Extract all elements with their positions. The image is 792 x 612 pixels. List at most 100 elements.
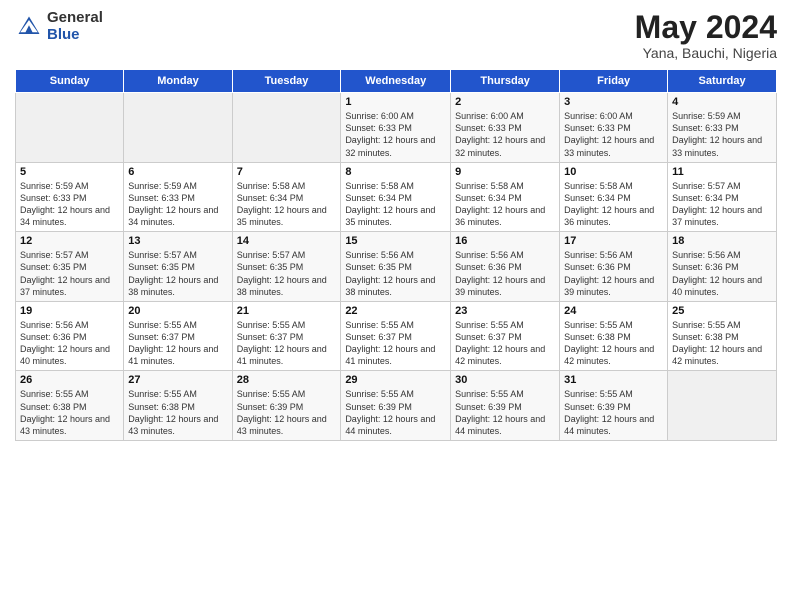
day-info: Sunrise: 5:57 AM Sunset: 6:35 PM Dayligh… <box>20 249 119 298</box>
col-thursday: Thursday <box>451 70 560 93</box>
day-info: Sunrise: 5:56 AM Sunset: 6:36 PM Dayligh… <box>564 249 663 298</box>
day-info: Sunrise: 5:56 AM Sunset: 6:36 PM Dayligh… <box>455 249 555 298</box>
col-monday: Monday <box>124 70 232 93</box>
col-friday: Friday <box>560 70 668 93</box>
calendar-cell: 30Sunrise: 5:55 AM Sunset: 6:39 PM Dayli… <box>451 371 560 441</box>
header: General Blue May 2024 Yana, Bauchi, Nige… <box>15 10 777 61</box>
day-info: Sunrise: 5:55 AM Sunset: 6:39 PM Dayligh… <box>345 388 446 437</box>
day-number: 17 <box>564 235 663 247</box>
calendar-cell <box>16 93 124 163</box>
calendar-week-2: 12 Sunrise: 5:57 AM Sunset: 6:35 PM Dayli… <box>16 232 777 302</box>
day-info: Sunrise: 5:58 AM Sunset: 6:34 PM Dayligh… <box>455 180 555 229</box>
day-info: Sunrise: 5:56 AM Sunset: 6:36 PM Dayligh… <box>672 249 772 298</box>
calendar-cell: 15 Sunrise: 5:56 AM Sunset: 6:35 PM Dayli… <box>341 232 451 302</box>
calendar-cell: 21Sunrise: 5:55 AM Sunset: 6:37 PM Dayli… <box>232 301 341 371</box>
day-number: 29 <box>345 374 446 386</box>
calendar-cell: 20Sunrise: 5:55 AM Sunset: 6:37 PM Dayli… <box>124 301 232 371</box>
day-number: 2 <box>455 96 555 108</box>
day-info: Sunrise: 5:59 AM Sunset: 6:33 PM Dayligh… <box>672 110 772 159</box>
calendar-cell <box>124 93 232 163</box>
page: General Blue May 2024 Yana, Bauchi, Nige… <box>0 0 792 612</box>
calendar-week-4: 26 Sunrise: 5:55 AM Sunset: 6:38 PM Dayli… <box>16 371 777 441</box>
day-number: 13 <box>128 235 227 247</box>
day-number: 28 <box>237 374 337 386</box>
day-info: Sunrise: 5:56 AM Sunset: 6:35 PM Dayligh… <box>345 249 446 298</box>
day-info: Sunrise: 5:58 AM Sunset: 6:34 PM Dayligh… <box>237 180 337 229</box>
day-number: 31 <box>564 374 663 386</box>
calendar-cell: 11Sunrise: 5:57 AM Sunset: 6:34 PM Dayli… <box>668 162 777 232</box>
day-number: 16 <box>455 235 555 247</box>
col-wednesday: Wednesday <box>341 70 451 93</box>
day-number: 3 <box>564 96 663 108</box>
day-info: Sunrise: 5:57 AM Sunset: 6:35 PM Dayligh… <box>128 249 227 298</box>
logo-text: General Blue <box>47 10 103 43</box>
title-block: May 2024 Yana, Bauchi, Nigeria <box>635 10 777 61</box>
logo-blue: Blue <box>47 27 103 44</box>
day-info: Sunrise: 5:56 AM Sunset: 6:36 PM Dayligh… <box>20 319 119 368</box>
calendar-cell: 16 Sunrise: 5:56 AM Sunset: 6:36 PM Dayli… <box>451 232 560 302</box>
calendar-cell <box>668 371 777 441</box>
day-number: 26 <box>20 374 119 386</box>
calendar-cell: 23 Sunrise: 5:55 AM Sunset: 6:37 PM Dayli… <box>451 301 560 371</box>
calendar-cell: 7 Sunrise: 5:58 AM Sunset: 6:34 PM Daylig… <box>232 162 341 232</box>
day-number: 23 <box>455 305 555 317</box>
day-info: Sunrise: 6:00 AM Sunset: 6:33 PM Dayligh… <box>455 110 555 159</box>
day-number: 14 <box>237 235 337 247</box>
day-info: Sunrise: 5:59 AM Sunset: 6:33 PM Dayligh… <box>20 180 119 229</box>
calendar-header-row: Sunday Monday Tuesday Wednesday Thursday… <box>16 70 777 93</box>
calendar-cell: 22 Sunrise: 5:55 AM Sunset: 6:37 PM Dayli… <box>341 301 451 371</box>
calendar-cell: 18Sunrise: 5:56 AM Sunset: 6:36 PM Dayli… <box>668 232 777 302</box>
calendar-week-1: 5 Sunrise: 5:59 AM Sunset: 6:33 PM Daylig… <box>16 162 777 232</box>
calendar-cell: 1Sunrise: 6:00 AM Sunset: 6:33 PM Daylig… <box>341 93 451 163</box>
day-number: 7 <box>237 166 337 178</box>
day-info: Sunrise: 5:55 AM Sunset: 6:37 PM Dayligh… <box>345 319 446 368</box>
day-number: 30 <box>455 374 555 386</box>
logo-icon <box>15 13 43 41</box>
day-info: Sunrise: 5:59 AM Sunset: 6:33 PM Dayligh… <box>128 180 227 229</box>
day-info: Sunrise: 5:55 AM Sunset: 6:38 PM Dayligh… <box>672 319 772 368</box>
day-info: Sunrise: 5:57 AM Sunset: 6:34 PM Dayligh… <box>672 180 772 229</box>
day-number: 12 <box>20 235 119 247</box>
day-info: Sunrise: 5:57 AM Sunset: 6:35 PM Dayligh… <box>237 249 337 298</box>
calendar-cell: 3 Sunrise: 6:00 AM Sunset: 6:33 PM Daylig… <box>560 93 668 163</box>
calendar-cell: 19Sunrise: 5:56 AM Sunset: 6:36 PM Dayli… <box>16 301 124 371</box>
day-number: 22 <box>345 305 446 317</box>
calendar-cell: 27Sunrise: 5:55 AM Sunset: 6:38 PM Dayli… <box>124 371 232 441</box>
day-number: 4 <box>672 96 772 108</box>
calendar: Sunday Monday Tuesday Wednesday Thursday… <box>15 69 777 441</box>
day-number: 15 <box>345 235 446 247</box>
day-info: Sunrise: 5:55 AM Sunset: 6:37 PM Dayligh… <box>128 319 227 368</box>
calendar-cell: 12 Sunrise: 5:57 AM Sunset: 6:35 PM Dayli… <box>16 232 124 302</box>
logo-general: General <box>47 10 103 27</box>
day-info: Sunrise: 5:58 AM Sunset: 6:34 PM Dayligh… <box>345 180 446 229</box>
calendar-cell: 14 Sunrise: 5:57 AM Sunset: 6:35 PM Dayli… <box>232 232 341 302</box>
day-number: 9 <box>455 166 555 178</box>
day-number: 10 <box>564 166 663 178</box>
col-tuesday: Tuesday <box>232 70 341 93</box>
calendar-cell: 17 Sunrise: 5:56 AM Sunset: 6:36 PM Dayli… <box>560 232 668 302</box>
day-info: Sunrise: 5:55 AM Sunset: 6:37 PM Dayligh… <box>455 319 555 368</box>
day-number: 6 <box>128 166 227 178</box>
day-info: Sunrise: 6:00 AM Sunset: 6:33 PM Dayligh… <box>564 110 663 159</box>
day-info: Sunrise: 5:58 AM Sunset: 6:34 PM Dayligh… <box>564 180 663 229</box>
day-number: 25 <box>672 305 772 317</box>
calendar-cell: 8Sunrise: 5:58 AM Sunset: 6:34 PM Daylig… <box>341 162 451 232</box>
calendar-cell: 9 Sunrise: 5:58 AM Sunset: 6:34 PM Daylig… <box>451 162 560 232</box>
day-number: 24 <box>564 305 663 317</box>
day-info: Sunrise: 5:55 AM Sunset: 6:38 PM Dayligh… <box>564 319 663 368</box>
title-month: May 2024 <box>635 10 777 45</box>
day-info: Sunrise: 5:55 AM Sunset: 6:38 PM Dayligh… <box>20 388 119 437</box>
calendar-cell: 28 Sunrise: 5:55 AM Sunset: 6:39 PM Dayli… <box>232 371 341 441</box>
calendar-cell: 2 Sunrise: 6:00 AM Sunset: 6:33 PM Daylig… <box>451 93 560 163</box>
calendar-week-0: 1Sunrise: 6:00 AM Sunset: 6:33 PM Daylig… <box>16 93 777 163</box>
calendar-week-3: 19Sunrise: 5:56 AM Sunset: 6:36 PM Dayli… <box>16 301 777 371</box>
day-number: 5 <box>20 166 119 178</box>
col-saturday: Saturday <box>668 70 777 93</box>
day-info: Sunrise: 5:55 AM Sunset: 6:39 PM Dayligh… <box>564 388 663 437</box>
logo: General Blue <box>15 10 103 43</box>
title-location: Yana, Bauchi, Nigeria <box>635 45 777 61</box>
calendar-cell <box>232 93 341 163</box>
calendar-cell: 26 Sunrise: 5:55 AM Sunset: 6:38 PM Dayli… <box>16 371 124 441</box>
day-info: Sunrise: 5:55 AM Sunset: 6:37 PM Dayligh… <box>237 319 337 368</box>
day-info: Sunrise: 5:55 AM Sunset: 6:39 PM Dayligh… <box>237 388 337 437</box>
